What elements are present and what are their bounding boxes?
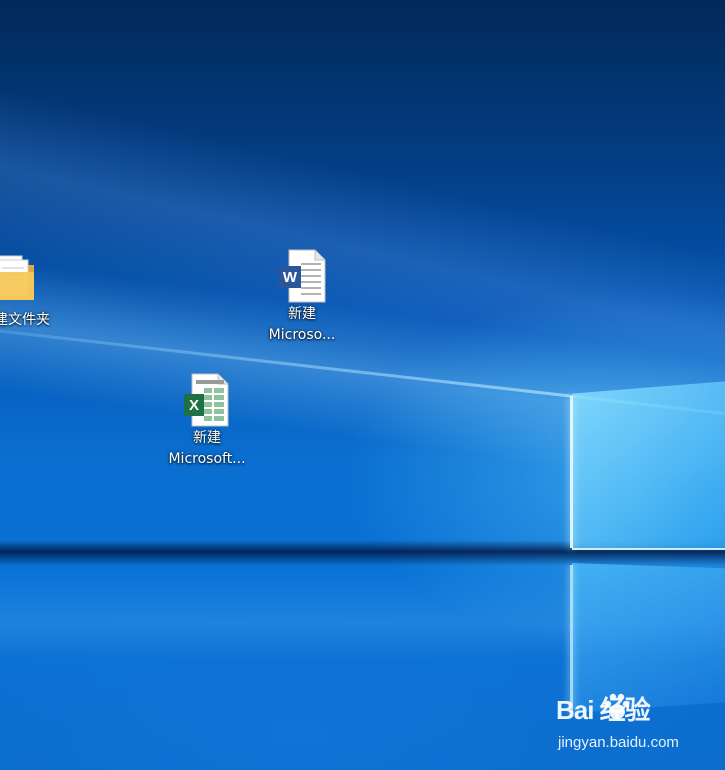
wallpaper-floor-glow: [0, 570, 725, 660]
wallpaper-light-beam: [0, 250, 725, 504]
windows-logo-edge: [570, 396, 573, 548]
baidu-watermark-url: jingyan.baidu.com: [558, 734, 679, 751]
desktop-icon-label: Microsoft...: [168, 451, 246, 467]
svg-text:X: X: [189, 397, 199, 414]
desktop-icon-label: 新建: [288, 306, 316, 322]
desktop-icon-word-document[interactable]: W 新建 Microso...: [262, 248, 342, 346]
wallpaper-shadow-band: [0, 540, 725, 566]
folder-icon: [0, 255, 34, 300]
desktop-icon-excel-document[interactable]: X 新建 Microsoft...: [162, 372, 252, 470]
wallpaper-light-line: [0, 325, 725, 430]
desktop[interactable]: 建文件夹 W 新建 Microso... X 新建 Microsoft... B…: [0, 0, 725, 770]
desktop-icon-label: Microso...: [268, 327, 336, 343]
desktop-icon-folder[interactable]: [0, 250, 38, 308]
desktop-icon-label: 建文件夹: [0, 312, 50, 328]
word-document-icon: W: [279, 249, 326, 303]
paw-icon: [604, 693, 630, 719]
windows-logo-edge: [572, 548, 725, 550]
excel-document-icon: X: [184, 373, 229, 427]
windows-logo-pane: [572, 380, 725, 550]
desktop-icon-label: 新建: [193, 430, 221, 446]
svg-text:W: W: [283, 269, 298, 286]
wallpaper-light-beam: [0, 70, 725, 439]
